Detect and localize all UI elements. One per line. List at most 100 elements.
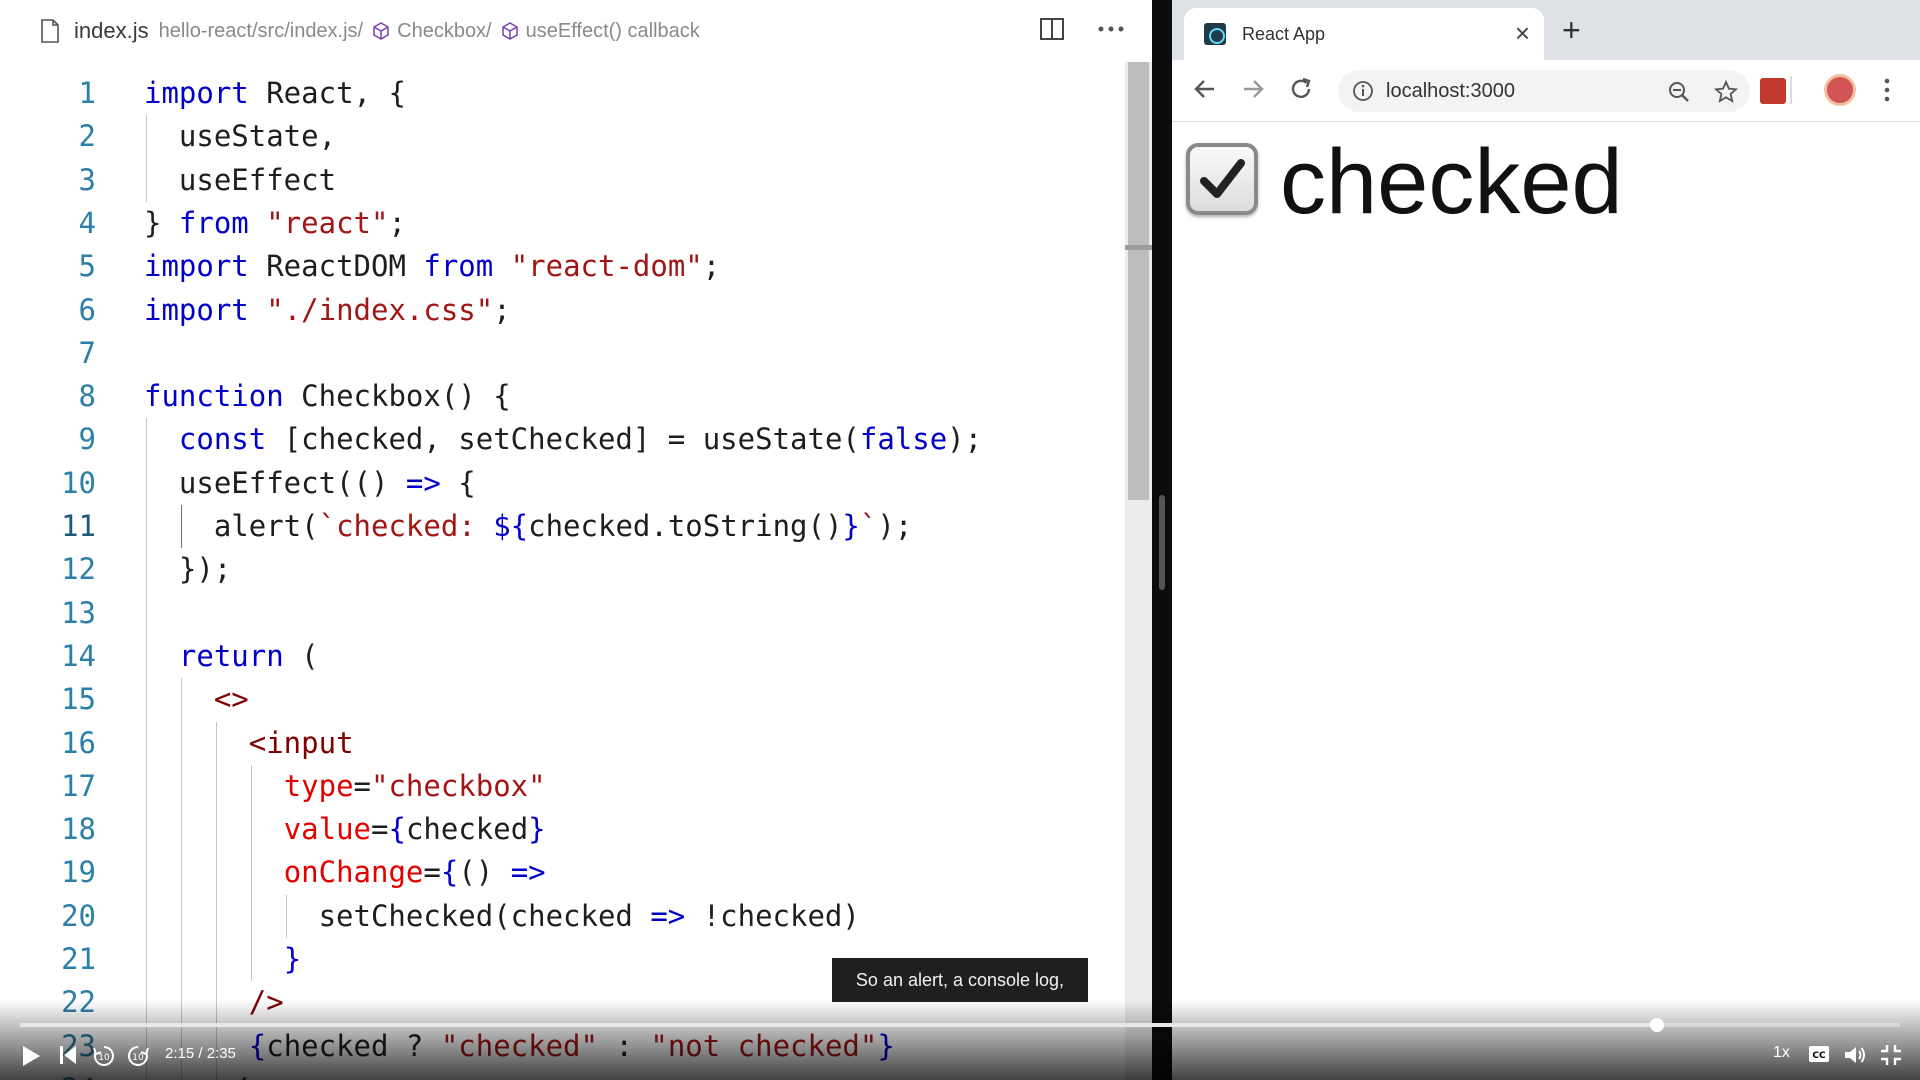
code-text[interactable]: alert(`checked: ${checked.toString()}`);: [144, 505, 912, 548]
url-text[interactable]: localhost:3000: [1386, 80, 1515, 103]
code-line[interactable]: 14 return (: [0, 635, 1125, 678]
code-line[interactable]: 10 useEffect(() => {: [0, 462, 1125, 505]
progress-knob[interactable]: [1650, 1018, 1665, 1032]
svg-text:10: 10: [132, 1053, 144, 1063]
code-line[interactable]: 5 import ReactDOM from "react-dom";: [0, 245, 1125, 288]
code-text[interactable]: }: [144, 938, 301, 981]
page-checkbox[interactable]: [1186, 143, 1258, 215]
file-icon: [41, 19, 59, 43]
toolbar-separator: [1790, 76, 1792, 104]
line-number: 12: [61, 552, 96, 587]
close-tab-icon[interactable]: ×: [1515, 20, 1530, 46]
playback-speed-button[interactable]: 1x: [1773, 1044, 1790, 1062]
code-line[interactable]: 6 import "./index.css";: [0, 289, 1125, 332]
code-text[interactable]: useEffect: [144, 159, 336, 202]
skip-back-icon[interactable]: [58, 1044, 78, 1066]
new-tab-button[interactable]: +: [1562, 14, 1581, 46]
editor-scrollbar[interactable]: [1125, 62, 1152, 1080]
scrollbar-cursor-marker: [1125, 245, 1152, 250]
code-text[interactable]: type="checkbox": [144, 765, 546, 808]
pane-divider[interactable]: [1152, 0, 1172, 1080]
more-actions-icon[interactable]: [1098, 26, 1124, 32]
line-number: 9: [78, 422, 96, 457]
code-line[interactable]: 2 useState,: [0, 115, 1125, 158]
playback-time: 2:15 / 2:35: [165, 1045, 236, 1062]
progress-fill: [20, 1023, 1658, 1027]
file-name[interactable]: index.js: [74, 18, 149, 44]
code-text[interactable]: function Checkbox() {: [144, 375, 511, 418]
code-line[interactable]: 13: [0, 592, 1125, 635]
line-number: 20: [61, 898, 96, 933]
code-text[interactable]: onChange={() =>: [144, 851, 546, 894]
indent-guide: [146, 115, 147, 202]
code-text[interactable]: import "./index.css";: [144, 289, 511, 332]
breadcrumb-item-useeffect[interactable]: useEffect() callback: [492, 20, 700, 43]
code-line[interactable]: 9 const [checked, setChecked] = useState…: [0, 418, 1125, 461]
code-area[interactable]: 1 import React, {2 useState, 3 useEffect 4}…: [0, 62, 1125, 1080]
code-text[interactable]: import React, {: [144, 72, 406, 115]
code-text[interactable]: useState,: [144, 115, 336, 158]
forward-10-icon[interactable]: 10: [126, 1044, 150, 1068]
line-number: 4: [78, 205, 96, 240]
line-number: 1: [78, 76, 96, 110]
indent-guide: [146, 418, 147, 1080]
code-line[interactable]: 11 alert(`checked: ${checked.toString()}…: [0, 505, 1125, 548]
tab-strip: React App × +: [1172, 0, 1920, 60]
code-line[interactable]: 7: [0, 332, 1125, 375]
line-number: 7: [78, 335, 96, 370]
code-line[interactable]: 15 <>: [0, 678, 1125, 721]
info-icon[interactable]: [1352, 80, 1374, 102]
breadcrumb-path[interactable]: hello-react/src/index.js/: [159, 20, 364, 43]
back-arrow-icon[interactable]: [1192, 76, 1218, 102]
breadcrumb-item-path[interactable]: hello-react/src/index.js/: [159, 20, 364, 43]
code-line[interactable]: 1 import React, {: [0, 72, 1125, 115]
code-line[interactable]: 20 setChecked(checked => !checked): [0, 895, 1125, 938]
line-number: 6: [78, 292, 96, 327]
resize-handle[interactable]: [1159, 495, 1165, 590]
cube-icon: [373, 22, 389, 40]
cube-icon: [501, 22, 518, 40]
breadcrumb-item-checkbox[interactable]: Checkbox/: [363, 20, 492, 43]
progress-bar[interactable]: [20, 1018, 1900, 1032]
code-text[interactable]: <input: [144, 722, 354, 765]
code-text[interactable]: value={checked}: [144, 808, 546, 851]
code-line[interactable]: 16 <input: [0, 722, 1125, 765]
code-line[interactable]: 19 onChange={() =>: [0, 851, 1125, 894]
extension-icon[interactable]: [1760, 78, 1786, 104]
code-text[interactable]: import ReactDOM from "react-dom";: [144, 245, 720, 288]
code-line[interactable]: 4 } from "react";: [0, 202, 1125, 245]
breadcrumb-label[interactable]: useEffect() callback: [526, 20, 700, 43]
volume-icon[interactable]: [1843, 1044, 1867, 1066]
menu-kebab-icon[interactable]: [1884, 78, 1890, 102]
code-line[interactable]: 17 type="checkbox": [0, 765, 1125, 808]
code-line[interactable]: 12 });: [0, 548, 1125, 591]
code-text[interactable]: return (: [144, 635, 319, 678]
split-editor-icon[interactable]: [1040, 18, 1064, 40]
code-line[interactable]: 8 function Checkbox() {: [0, 375, 1125, 418]
code-text[interactable]: const [checked, setChecked] = useState(f…: [144, 418, 982, 461]
scrollbar-thumb[interactable]: [1128, 62, 1149, 500]
breadcrumb-label[interactable]: Checkbox/: [397, 20, 492, 43]
line-number: 17: [61, 768, 96, 803]
code-editor[interactable]: index.js hello-react/src/index.js/ Check…: [0, 0, 1152, 1080]
bookmark-star-icon[interactable]: [1714, 80, 1738, 104]
play-icon[interactable]: [20, 1044, 42, 1068]
zoom-icon[interactable]: [1668, 81, 1690, 103]
code-text[interactable]: });: [144, 548, 231, 591]
code-text[interactable]: } from "react";: [144, 202, 406, 245]
address-bar[interactable]: localhost:3000: [1338, 70, 1750, 112]
video-player-controls: 10 10 2:15 / 2:35 1x CC: [0, 1000, 1920, 1080]
code-line[interactable]: 18 value={checked}: [0, 808, 1125, 851]
line-number: 2: [78, 119, 96, 154]
checkmark-icon: [1200, 159, 1245, 198]
code-text[interactable]: <>: [144, 678, 249, 721]
reload-icon[interactable]: [1288, 76, 1314, 102]
profile-avatar[interactable]: [1824, 74, 1856, 106]
forward-arrow-icon[interactable]: [1240, 76, 1266, 102]
code-text[interactable]: useEffect(() => {: [144, 462, 476, 505]
code-line[interactable]: 3 useEffect: [0, 159, 1125, 202]
rewind-10-icon[interactable]: 10: [92, 1044, 116, 1068]
closed-captions-icon[interactable]: CC: [1808, 1044, 1830, 1064]
tab-react-app[interactable]: React App ×: [1184, 8, 1544, 60]
exit-fullscreen-icon[interactable]: [1880, 1044, 1902, 1066]
